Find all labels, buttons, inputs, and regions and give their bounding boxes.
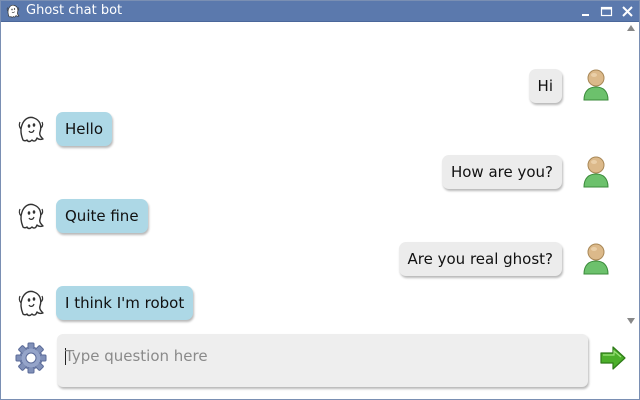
bot-message-bubble: I think I'm robot — [56, 286, 194, 320]
user-avatar-icon — [581, 67, 611, 101]
user-avatar-icon — [581, 154, 611, 188]
close-button[interactable] — [620, 4, 635, 19]
input-bar — [2, 329, 638, 399]
close-icon — [622, 6, 633, 17]
user-message-bubble: How are you? — [441, 155, 562, 189]
ghost-icon — [16, 113, 46, 145]
chat-window: Ghost chat bot Hi Hello How are you? Qui… — [0, 0, 640, 400]
maximize-button[interactable] — [599, 4, 614, 19]
minimize-button[interactable] — [578, 4, 593, 19]
title-bar[interactable]: Ghost chat bot — [1, 1, 639, 22]
window-title: Ghost chat bot — [26, 3, 123, 18]
settings-button[interactable] — [14, 341, 48, 375]
question-input[interactable] — [65, 342, 575, 370]
send-button[interactable] — [599, 345, 627, 371]
bot-message-bubble: Hello — [56, 112, 113, 146]
chat-scrollbar[interactable] — [624, 23, 638, 329]
scroll-up-arrow-icon[interactable] — [627, 25, 635, 31]
user-message-bubble: Hi — [528, 69, 562, 103]
gear-icon — [15, 342, 47, 374]
minimize-icon — [582, 14, 589, 16]
chat-history[interactable]: Hi Hello How are you? Quite fine Are you… — [2, 23, 638, 329]
ghost-icon — [16, 200, 46, 232]
scroll-down-arrow-icon[interactable] — [627, 318, 635, 324]
send-arrow-icon — [600, 346, 626, 370]
ghost-icon — [5, 3, 21, 19]
bot-message-bubble: Quite fine — [56, 199, 148, 233]
maximize-icon — [600, 6, 613, 17]
user-message-bubble: Are you real ghost? — [398, 242, 562, 276]
user-avatar-icon — [581, 241, 611, 275]
question-input-container[interactable] — [57, 334, 588, 387]
ghost-icon — [16, 287, 46, 319]
